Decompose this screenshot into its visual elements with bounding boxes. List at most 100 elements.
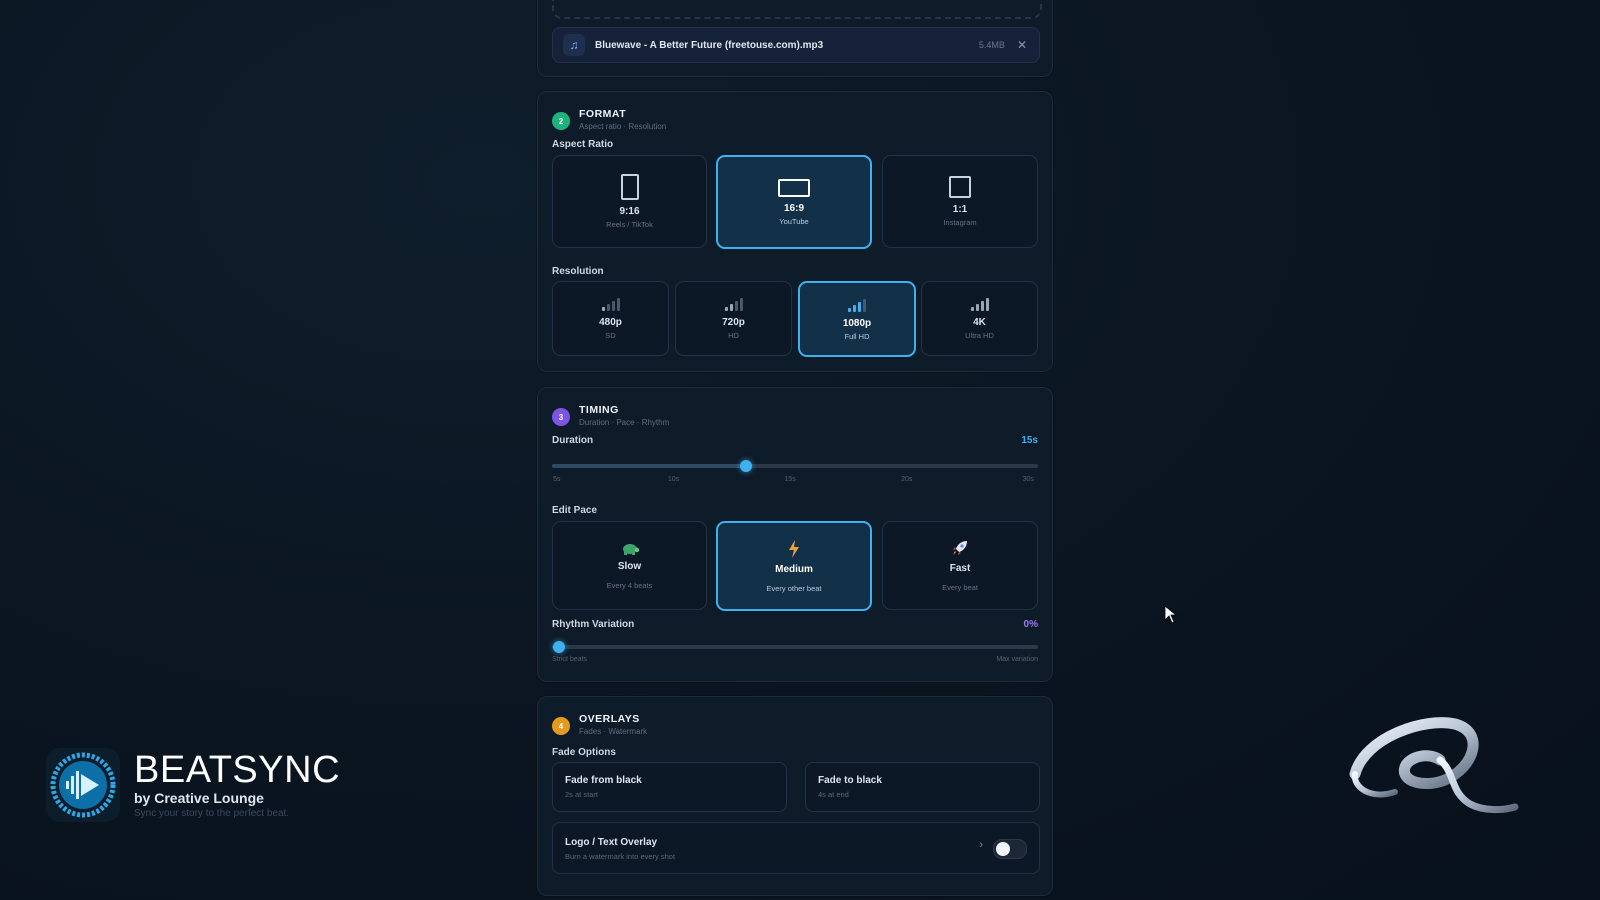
option-desc: Instagram [943, 218, 977, 227]
timing-header: 3 TIMING Duration · Pace · Rhythm [552, 404, 669, 427]
brand-byline: by Creative Lounge [134, 790, 264, 806]
square-icon [949, 176, 971, 198]
aspect-option-1-1[interactable]: 1:1 Instagram [882, 155, 1038, 248]
overlays-header: 4 OVERLAYS Fades · Watermark [552, 713, 647, 736]
option-title: Fast [949, 563, 971, 574]
format-panel: 2 FORMAT Aspect ratio · Resolution Aspec… [537, 91, 1053, 372]
option-desc: Reels / TikTok [606, 220, 653, 229]
option-desc: 4s at end [818, 790, 849, 799]
file-name: Bluewave - A Better Future (freetouse.co… [595, 39, 824, 51]
aspect-option-9-16[interactable]: 9:16 Reels / TikTok [552, 155, 707, 248]
signal-bars-icon [970, 297, 989, 311]
duration-slider[interactable] [552, 460, 1038, 472]
resolution-label: Resolution [552, 266, 604, 277]
waveform-play-icon [50, 752, 116, 818]
signal-bars-icon [601, 297, 620, 311]
timing-panel: 3 TIMING Duration · Pace · Rhythm Durati… [537, 387, 1053, 682]
step-badge: 4 [552, 717, 570, 735]
format-header: 2 FORMAT Aspect ratio · Resolution [552, 108, 666, 131]
duration-slider-thumb[interactable] [740, 460, 753, 472]
rhythm-variation-label: Rhythm Variation [552, 619, 635, 630]
signal-bars-icon [724, 297, 743, 311]
option-title: 480p [599, 317, 622, 328]
logo-text-overlay-row[interactable]: Logo / Text Overlay Burn a watermark int… [552, 822, 1040, 874]
rhythm-variation-value: 0% [1023, 619, 1038, 630]
beatsync-logo [46, 748, 120, 822]
brand-block: BEATSYNC by Creative Lounge Sync your st… [46, 748, 340, 822]
resolution-option-720p[interactable]: 720p HD [675, 281, 792, 356]
resolution-option-480p[interactable]: 480p SD [552, 281, 669, 356]
step-badge: 3 [552, 408, 570, 426]
toggle-knob [996, 842, 1010, 856]
option-title: 4K [973, 317, 986, 328]
pace-option-medium[interactable]: Medium Every other beat [716, 521, 872, 611]
option-desc: Every other beat [766, 583, 822, 593]
option-title: 720p [722, 317, 745, 328]
section-subtitle: Fades · Watermark [579, 727, 648, 736]
option-title: 1080p [842, 317, 872, 329]
option-desc: SD [605, 331, 616, 340]
chevron-right-icon[interactable]: › [979, 839, 983, 851]
mouse-cursor-icon [1165, 606, 1177, 624]
duration-value: 15s [1021, 435, 1038, 446]
option-desc: Burn a watermark into every shot [565, 852, 676, 861]
tick-label: 5s [553, 476, 561, 483]
tick-label: 30s [1022, 476, 1034, 483]
option-title: 9:16 [619, 206, 640, 217]
option-desc: Ultra HD [965, 331, 994, 340]
resolution-option-1080p[interactable]: 1080p Full HD [798, 281, 916, 357]
section-title: TIMING [579, 404, 619, 416]
portrait-icon [620, 174, 639, 200]
section-title: FORMAT [579, 108, 627, 120]
option-title: 16:9 [783, 202, 804, 214]
close-icon[interactable]: ✕ [1017, 38, 1027, 52]
tick-label: 15s [784, 476, 796, 483]
tick-label: 10s [667, 476, 680, 483]
option-desc: YouTube [779, 216, 809, 226]
option-title: Fade from black [565, 775, 642, 786]
option-title: 1:1 [952, 204, 968, 215]
option-desc: HD [728, 331, 739, 340]
overlays-panel: 4 OVERLAYS Fades · Watermark Fade Option… [537, 696, 1053, 896]
option-desc: Every 4 beats [606, 581, 653, 590]
file-size: 5.4MB [978, 40, 1005, 50]
duration-label: Duration [552, 435, 594, 446]
logo-overlay-toggle[interactable] [993, 839, 1027, 859]
aspect-option-16-9[interactable]: 16:9 YouTube [716, 155, 872, 249]
option-desc: Every beat [942, 583, 978, 592]
rocket-icon [953, 541, 967, 555]
swirl-logo-decoration [1349, 717, 1519, 814]
pace-option-fast[interactable]: Fast Every beat [882, 521, 1038, 610]
section-title: OVERLAYS [579, 713, 640, 725]
edit-pace-label: Edit Pace [552, 505, 598, 516]
option-title: Medium [775, 563, 813, 575]
section-subtitle: Aspect ratio · Resolution [579, 122, 667, 131]
landscape-icon [778, 178, 810, 197]
turtle-icon [622, 544, 639, 555]
rhythm-max-label: Max variation [996, 656, 1038, 663]
aspect-ratio-label: Aspect Ratio [552, 139, 614, 150]
resolution-option-4k[interactable]: 4K Ultra HD [921, 281, 1038, 356]
upload-dropzone[interactable] [552, 0, 1042, 19]
fade-options-label: Fade Options [552, 747, 616, 758]
brand-name: BEATSYNC [134, 749, 341, 791]
fade-to-black-option[interactable]: Fade to black 4s at end [805, 762, 1040, 812]
fade-from-black-option[interactable]: Fade from black 2s at start [552, 762, 787, 812]
option-title: Fade to black [818, 775, 882, 786]
option-desc: 2s at start [565, 790, 598, 799]
step-badge: 2 [552, 112, 570, 130]
rhythm-slider-thumb[interactable] [553, 641, 565, 653]
brand-tagline: Sync your story to the perfect beat. [134, 808, 290, 819]
lightning-icon [789, 539, 799, 558]
uploaded-file-row: ♫ Bluewave - A Better Future (freetouse.… [552, 27, 1040, 63]
tick-label: 20s [901, 476, 913, 483]
rhythm-min-label: Strict beats [552, 656, 588, 663]
section-subtitle: Duration · Pace · Rhythm [579, 418, 670, 427]
option-title: Logo / Text Overlay [565, 837, 658, 848]
pace-option-slow[interactable]: Slow Every 4 beats [552, 521, 707, 610]
option-title: Slow [617, 561, 642, 572]
option-desc: Full HD [844, 331, 870, 341]
rhythm-variation-slider[interactable] [552, 641, 1038, 653]
signal-bars-icon [848, 298, 866, 312]
upload-panel: ♫ Bluewave - A Better Future (freetouse.… [537, 0, 1053, 77]
